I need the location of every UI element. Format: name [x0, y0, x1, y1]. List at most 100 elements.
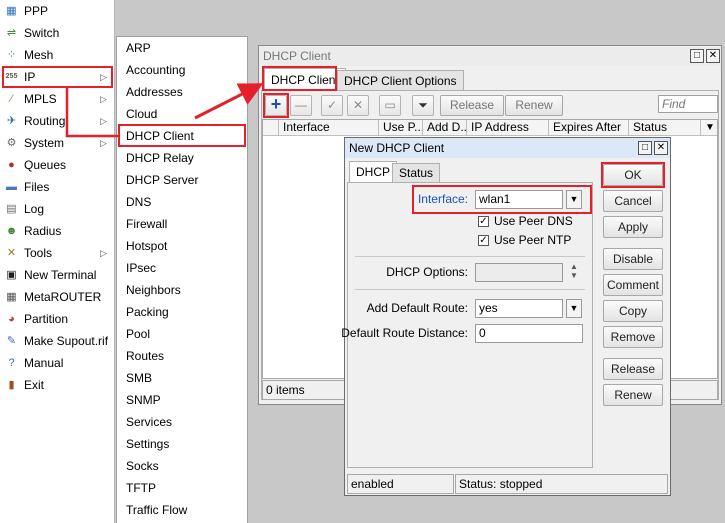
- submenu-item-ipsec[interactable]: IPsec: [117, 257, 247, 279]
- submenu-item-smb[interactable]: SMB: [117, 367, 247, 389]
- submenu-item-services[interactable]: Services: [117, 411, 247, 433]
- column-interface[interactable]: Interface: [279, 120, 379, 136]
- maximize-button[interactable]: □: [690, 49, 704, 63]
- column-use-peer[interactable]: Use P...: [379, 120, 423, 136]
- close-button[interactable]: ✕: [706, 49, 720, 63]
- dialog-maximize-button[interactable]: □: [638, 141, 652, 155]
- comment-button[interactable]: Comment: [603, 274, 663, 296]
- highlight-dhcp-client-submenu: [118, 124, 246, 147]
- dhcp-options-updown-icon[interactable]: ▲ ▼: [568, 262, 580, 282]
- tab-status[interactable]: Status: [392, 163, 441, 182]
- submenu-item-accounting[interactable]: Accounting: [117, 59, 247, 81]
- submenu-item-cloud[interactable]: Cloud: [117, 103, 247, 125]
- use-peer-dns-checkbox[interactable]: ✓: [478, 216, 489, 227]
- disable-button[interactable]: ✕: [347, 95, 369, 116]
- dialog-close-button[interactable]: ✕: [654, 141, 668, 155]
- column-ip-address[interactable]: IP Address: [467, 120, 549, 136]
- apply-button[interactable]: Apply: [603, 216, 663, 238]
- submenu-item-socks[interactable]: Socks: [117, 455, 247, 477]
- dialog-title: New DHCP Client: [349, 141, 445, 155]
- column-expires-after[interactable]: Expires After: [549, 120, 629, 136]
- submenu-item-routes[interactable]: Routes: [117, 345, 247, 367]
- window-titlebar[interactable]: DHCP Client □ ✕: [259, 46, 721, 66]
- column-chooser-icon[interactable]: ▼: [703, 120, 717, 135]
- renew-toolbar-button[interactable]: Renew: [505, 95, 563, 116]
- submenu-item-tftp[interactable]: TFTP: [117, 477, 247, 499]
- enable-button[interactable]: ✓: [321, 95, 343, 116]
- menu-item-mpls[interactable]: ∕ MPLS ▷: [0, 88, 114, 110]
- menu-item-label: Manual: [24, 356, 64, 370]
- menu-item-ppp[interactable]: ▦ PPP: [0, 0, 114, 22]
- release-button[interactable]: Release: [603, 358, 663, 380]
- submenu-item-dhcp-server[interactable]: DHCP Server: [117, 169, 247, 191]
- partition-icon: ◕: [8, 313, 15, 325]
- tab-dhcp-client-options[interactable]: DHCP Client Options: [337, 70, 464, 90]
- menu-item-mesh[interactable]: ⁘ Mesh: [0, 44, 114, 66]
- menu-item-label: New Terminal: [24, 268, 97, 282]
- menu-item-tools[interactable]: ✕ Tools ▷: [0, 242, 114, 264]
- menu-item-partition[interactable]: ◕ Partition: [0, 308, 114, 330]
- use-peer-ntp-checkbox[interactable]: ✓: [478, 235, 489, 246]
- menu-item-label: Log: [24, 202, 45, 216]
- use-peer-ntp-label: Use Peer NTP: [494, 233, 572, 247]
- remove-button[interactable]: Remove: [603, 326, 663, 348]
- column-status[interactable]: Status: [629, 120, 701, 136]
- release-toolbar-button[interactable]: Release: [440, 95, 504, 116]
- submenu-item-snmp[interactable]: SNMP: [117, 389, 247, 411]
- menu-item-label: Switch: [24, 26, 60, 40]
- ip-submenu: ARP Accounting Addresses Cloud DHCP Client DH…: [116, 36, 248, 523]
- submenu-item-addresses[interactable]: Addresses: [117, 81, 247, 103]
- submenu-item-firewall[interactable]: Firewall: [117, 213, 247, 235]
- menu-item-routing[interactable]: ✈ Routing ▷: [0, 110, 114, 132]
- default-route-distance-label: Default Route Distance:: [341, 326, 468, 340]
- menu-item-log[interactable]: ▤ Log: [0, 198, 114, 220]
- default-route-distance-input[interactable]: 0: [475, 324, 583, 343]
- menu-item-new-terminal[interactable]: ▣ New Terminal: [0, 264, 114, 286]
- dhcp-options-label: DHCP Options:: [386, 265, 468, 279]
- menu-item-label: Mesh: [24, 48, 54, 62]
- find-input[interactable]: [658, 95, 718, 113]
- submenu-item-neighbors[interactable]: Neighbors: [117, 279, 247, 301]
- menu-item-exit[interactable]: ▮ Exit: [0, 374, 114, 396]
- submenu-item-hotspot[interactable]: Hotspot: [117, 235, 247, 257]
- tools-icon: ✕: [6, 247, 17, 259]
- filter-button[interactable]: ⏷: [412, 95, 434, 116]
- menu-item-switch[interactable]: ⇌ Switch: [0, 22, 114, 44]
- dialog-titlebar[interactable]: New DHCP Client □ ✕: [345, 138, 670, 158]
- menu-item-label: Queues: [24, 158, 67, 172]
- tab-dhcp[interactable]: DHCP: [349, 161, 398, 182]
- add-default-route-dropdown-arrow[interactable]: ▼: [566, 299, 582, 318]
- submenu-item-settings[interactable]: Settings: [117, 433, 247, 455]
- submenu-item-packing[interactable]: Packing: [117, 301, 247, 323]
- menu-item-metarouter[interactable]: ▦ MetaROUTER: [0, 286, 114, 308]
- separator: [355, 289, 585, 290]
- menu-item-system[interactable]: ⚙ System ▷: [0, 132, 114, 154]
- renew-button[interactable]: Renew: [603, 384, 663, 406]
- dhcp-options-field[interactable]: [475, 263, 563, 282]
- menu-item-make-supout-rif[interactable]: ✎ Make Supout.rif: [0, 330, 114, 352]
- submenu-item-dhcp-relay[interactable]: DHCP Relay: [117, 147, 247, 169]
- menu-item-queues[interactable]: ● Queues: [0, 154, 114, 176]
- menu-item-label: Tools: [24, 246, 53, 260]
- menu-item-label: MetaROUTER: [24, 290, 102, 304]
- menu-item-manual[interactable]: ? Manual: [0, 352, 114, 374]
- column-add-default[interactable]: Add D...: [423, 120, 467, 136]
- menu-item-files[interactable]: ▬ Files: [0, 176, 114, 198]
- submenu-item-dns[interactable]: DNS: [117, 191, 247, 213]
- copy-button[interactable]: Copy: [603, 300, 663, 322]
- menu-item-radius[interactable]: ☻ Radius: [0, 220, 114, 242]
- cancel-button[interactable]: Cancel: [603, 190, 663, 212]
- mesh-icon: ⁘: [6, 49, 17, 61]
- submenu-item-arp[interactable]: ARP: [117, 37, 247, 59]
- disable-dialog-button[interactable]: Disable: [603, 248, 663, 270]
- remove-icon-button[interactable]: —: [290, 95, 312, 116]
- terminal-icon: ▣: [6, 269, 17, 281]
- column-select: [263, 120, 279, 136]
- submenu-item-traffic-flow[interactable]: Traffic Flow: [117, 499, 247, 521]
- highlight-ok-button: [601, 162, 665, 188]
- submenu-item-pool[interactable]: Pool: [117, 323, 247, 345]
- menu-item-label: Exit: [24, 378, 45, 392]
- comment-icon-button[interactable]: ▭: [379, 95, 401, 116]
- queues-icon: ●: [8, 159, 15, 171]
- add-default-route-select[interactable]: yes: [475, 299, 563, 318]
